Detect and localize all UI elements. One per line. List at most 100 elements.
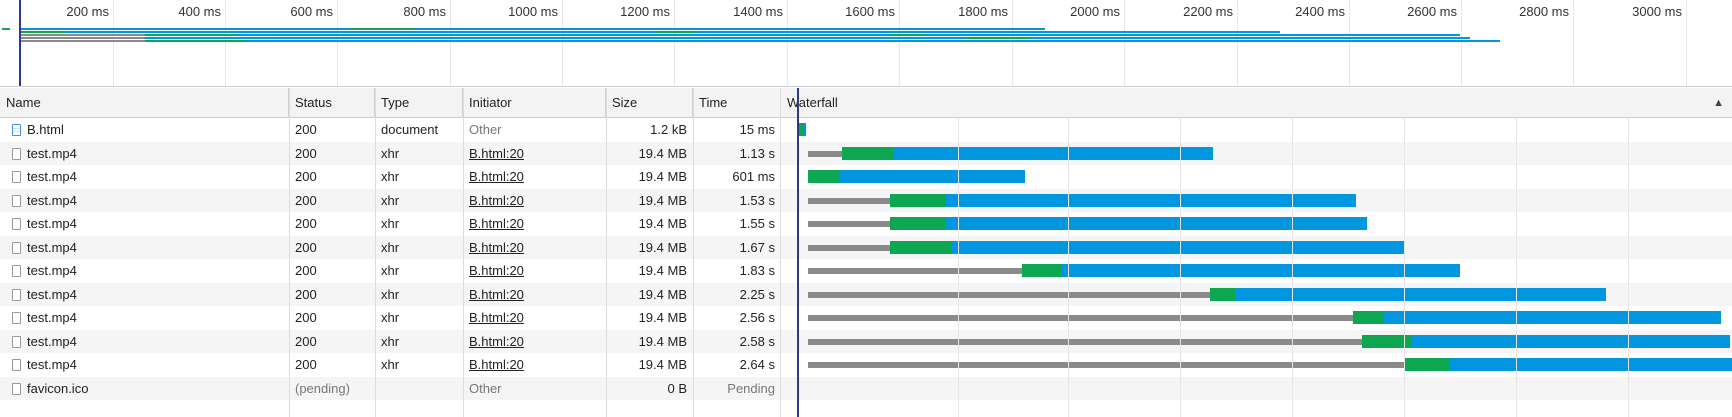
waterfall-waiting-bar[interactable] — [808, 362, 1404, 368]
request-initiator[interactable]: B.html:20 — [463, 212, 606, 236]
request-initiator[interactable]: B.html:20 — [463, 236, 606, 260]
waterfall-download-bar[interactable] — [892, 146, 1213, 160]
request-type: xhr — [381, 169, 400, 184]
request-time: 2.64 s — [739, 357, 775, 372]
column-divider[interactable] — [606, 88, 607, 417]
request-size: 19.4 MB — [638, 310, 687, 325]
waterfall-waiting-bar[interactable] — [808, 197, 890, 204]
request-name: test.mp4 — [27, 239, 77, 255]
table-row[interactable]: test.mp4 200 xhr B.html:20 19.4 MB 601 ms — [0, 165, 1732, 189]
waterfall-ttfb-bar[interactable] — [1021, 264, 1062, 277]
waterfall-ttfb-bar[interactable] — [1210, 287, 1236, 301]
request-initiator[interactable]: B.html:20 — [463, 259, 606, 283]
waterfall-ttfb-bar[interactable] — [889, 193, 946, 207]
waterfall-ttfb-bar[interactable] — [808, 170, 840, 183]
waterfall-gridline — [1180, 118, 1181, 417]
column-divider[interactable] — [693, 88, 694, 417]
request-initiator[interactable]: B.html:20 — [463, 306, 606, 330]
request-name-cell[interactable]: test.mp4 — [0, 306, 289, 330]
request-name-cell[interactable]: test.mp4 — [0, 189, 289, 213]
request-type — [375, 377, 463, 401]
overview-tick-label: 400 ms — [178, 4, 221, 19]
waterfall-waiting-bar[interactable] — [808, 315, 1354, 321]
waterfall-cursor[interactable] — [797, 88, 799, 417]
column-divider[interactable] — [463, 88, 464, 417]
request-type: xhr — [381, 192, 400, 208]
column-header-size[interactable]: Size — [606, 88, 693, 118]
waterfall-download-bar[interactable] — [945, 193, 1357, 207]
waterfall-ttfb-bar[interactable] — [1353, 311, 1385, 324]
waterfall-download-bar[interactable] — [803, 123, 806, 136]
waterfall-waiting-bar[interactable] — [808, 268, 1022, 274]
request-initiator[interactable]: B.html:20 — [463, 353, 606, 377]
table-row[interactable]: test.mp4 200 xhr B.html:20 19.4 MB 1.83 s — [0, 259, 1732, 283]
waterfall-waiting-bar[interactable] — [808, 338, 1362, 345]
waterfall-waiting-bar[interactable] — [808, 221, 890, 227]
waterfall-gridline — [958, 118, 959, 417]
waterfall-download-bar[interactable] — [1061, 264, 1461, 277]
waterfall-download-bar[interactable] — [951, 240, 1404, 254]
table-row[interactable]: test.mp4 200 xhr B.html:20 19.4 MB 1.13 s — [0, 141, 1732, 166]
column-header-name[interactable]: Name — [0, 88, 289, 118]
waterfall-ttfb-bar[interactable] — [889, 240, 952, 254]
table-row[interactable]: B.html 200 document Other 1.2 kB 15 ms — [0, 118, 1732, 142]
waterfall-gridline — [1628, 118, 1629, 417]
column-header-type[interactable]: Type — [375, 88, 463, 118]
waterfall-ttfb-bar[interactable] — [889, 217, 946, 230]
waterfall-waiting-bar[interactable] — [808, 244, 890, 251]
request-name-cell[interactable]: test.mp4 — [0, 330, 289, 354]
request-initiator[interactable]: B.html:20 — [463, 283, 606, 307]
request-name-cell[interactable]: test.mp4 — [0, 212, 289, 236]
request-name-cell[interactable]: test.mp4 — [0, 353, 289, 377]
waterfall-download-bar[interactable] — [1448, 358, 1732, 371]
request-name-cell[interactable]: test.mp4 — [0, 236, 289, 260]
request-name-cell[interactable]: test.mp4 — [0, 165, 289, 189]
request-initiator[interactable]: B.html:20 — [463, 189, 606, 213]
sort-ascending-icon[interactable]: ▲ — [1713, 88, 1724, 118]
table-row[interactable]: test.mp4 200 xhr B.html:20 19.4 MB 2.58 s — [0, 329, 1732, 354]
waterfall-ttfb-bar[interactable] — [1403, 358, 1449, 371]
column-header-time[interactable]: Time — [693, 88, 781, 118]
request-name-cell[interactable]: B.html — [0, 118, 289, 142]
request-name-cell[interactable]: favicon.ico — [0, 377, 289, 401]
table-row[interactable]: test.mp4 200 xhr B.html:20 19.4 MB 1.67 s — [0, 235, 1732, 260]
request-name: test.mp4 — [27, 263, 77, 278]
column-header-initiator[interactable]: Initiator — [463, 88, 606, 118]
column-header-waterfall[interactable]: Waterfall ▲ — [781, 88, 1732, 118]
request-name-cell[interactable]: test.mp4 — [0, 142, 289, 166]
waterfall-download-bar[interactable] — [1384, 311, 1722, 324]
request-initiator[interactable]: B.html:20 — [463, 330, 606, 354]
table-row[interactable]: test.mp4 200 xhr B.html:20 19.4 MB 2.64 s — [0, 353, 1732, 377]
request-time: 1.53 s — [739, 192, 775, 208]
request-name-cell[interactable]: test.mp4 — [0, 259, 289, 283]
request-initiator[interactable]: B.html:20 — [463, 165, 606, 189]
table-row[interactable]: favicon.ico (pending) Other 0 B Pending — [0, 376, 1732, 401]
waterfall-ttfb-bar[interactable] — [841, 146, 893, 160]
request-name-cell[interactable]: test.mp4 — [0, 283, 289, 307]
table-row[interactable]: test.mp4 200 xhr B.html:20 19.4 MB 2.25 s — [0, 282, 1732, 307]
waterfall-gridline — [1292, 118, 1293, 417]
request-status: 200 — [295, 357, 317, 372]
waterfall-download-bar[interactable] — [1412, 334, 1730, 348]
request-initiator[interactable]: B.html:20 — [463, 142, 606, 166]
request-status: (pending) — [295, 380, 350, 396]
column-divider[interactable] — [375, 88, 376, 417]
request-size: 19.4 MB — [638, 192, 687, 208]
column-header-status[interactable]: Status — [289, 88, 375, 118]
table-row[interactable]: test.mp4 200 xhr B.html:20 19.4 MB 2.56 s — [0, 306, 1732, 330]
table-row[interactable]: test.mp4 200 xhr B.html:20 19.4 MB 1.53 s — [0, 188, 1732, 213]
overview-cursor[interactable] — [19, 0, 21, 86]
table-row[interactable]: test.mp4 200 xhr B.html:20 19.4 MB 1.55 s — [0, 212, 1732, 236]
waterfall-download-bar[interactable] — [1235, 287, 1607, 301]
waterfall-download-bar[interactable] — [945, 217, 1368, 230]
waterfall-waiting-bar[interactable] — [808, 291, 1211, 298]
column-divider[interactable] — [289, 88, 290, 417]
overview-timeline[interactable]: 200 ms 400 ms 600 ms 800 ms 1000 ms 1200 ms 14… — [0, 0, 1732, 87]
request-type: document — [381, 122, 439, 137]
waterfall-waiting-bar[interactable] — [808, 150, 842, 157]
column-divider[interactable] — [780, 88, 781, 417]
waterfall-download-bar[interactable] — [839, 170, 1025, 183]
file-icon — [12, 241, 21, 254]
request-time: 1.13 s — [739, 145, 775, 161]
overview-tick-label: 2200 ms — [1183, 4, 1233, 19]
